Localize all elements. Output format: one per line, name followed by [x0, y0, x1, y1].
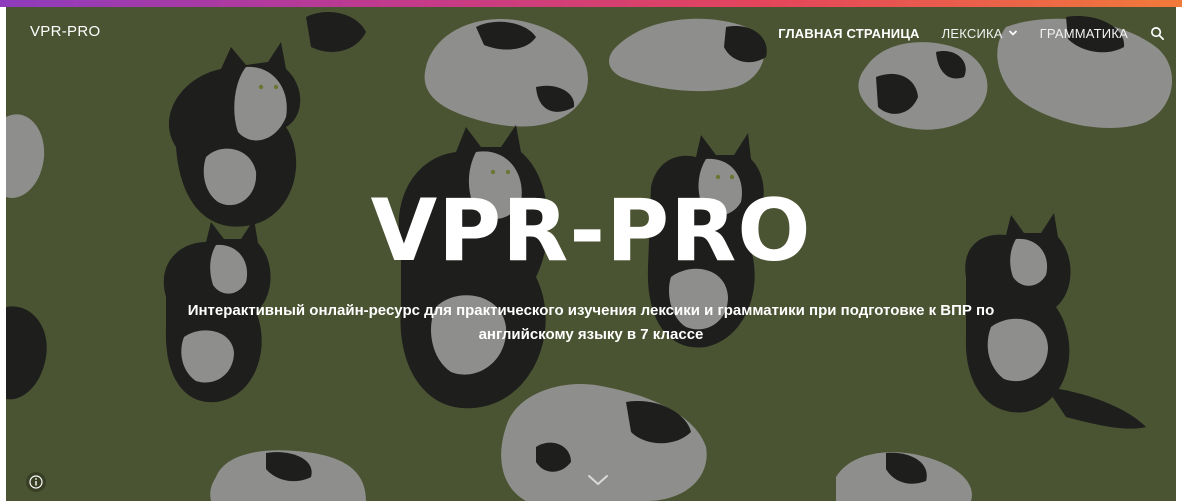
nav-link-home-label: ГЛАВНАЯ СТРАНИЦА [778, 25, 920, 41]
search-button[interactable] [1148, 24, 1166, 42]
nav-link-lexicon[interactable]: ЛЕКСИКА [942, 26, 1018, 41]
site-name-link[interactable]: VPR-PRO [30, 23, 100, 40]
nav-link-grammar-label: ГРАММАТИКА [1039, 25, 1128, 41]
nav-links: ГЛАВНАЯ СТРАНИЦА ЛЕКСИКА ГРАММАТИКА [778, 25, 1176, 41]
search-icon [1150, 26, 1164, 40]
nav-link-lexicon-label: ЛЕКСИКА [941, 25, 1003, 41]
navbar: VPR-PRO ГЛАВНАЯ СТРАНИЦА ЛЕКСИКА ГРАММАТ… [6, 7, 1176, 59]
hero-title: VPR-PRO [370, 181, 812, 281]
page: VPR-PRO ГЛАВНАЯ СТРАНИЦА ЛЕКСИКА ГРАММАТ… [0, 0, 1182, 501]
top-accent-bar [0, 0, 1182, 7]
info-button[interactable] [26, 472, 46, 492]
scroll-down-button[interactable] [584, 470, 612, 490]
chevron-down-icon [588, 475, 608, 486]
hero-banner: VPR-PRO ГЛАВНАЯ СТРАНИЦА ЛЕКСИКА ГРАММАТ… [6, 7, 1176, 501]
info-icon [29, 475, 43, 489]
chevron-down-icon [1008, 30, 1017, 36]
nav-link-home[interactable]: ГЛАВНАЯ СТРАНИЦА [778, 26, 919, 41]
nav-link-grammar[interactable]: ГРАММАТИКА [1040, 26, 1128, 41]
hero-subtitle-line1: Интерактивный онлайн-ресурс для практиче… [187, 302, 995, 319]
hero-subtitle-line2: английскому языку в 7 классе [478, 326, 704, 343]
hero-subtitle: Интерактивный онлайн-ресурс для практиче… [96, 299, 1086, 347]
